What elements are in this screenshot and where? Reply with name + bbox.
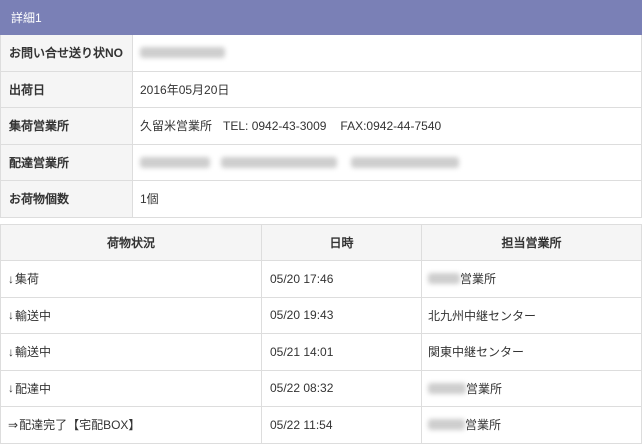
pickup-office-tel: TEL: 0942-43-3009 (223, 118, 327, 133)
shipment-details-table: お問い合せ送り状NO 出荷日 2016年05月20日 集荷営業所 久留米営業所 … (0, 35, 642, 218)
pickup-office-value: 久留米営業所 TEL: 0942-43-3009 FAX:0942-44-754… (133, 108, 641, 144)
redacted-text (351, 156, 459, 168)
pickup-office-fax: FAX:0942-44-7540 (340, 118, 442, 133)
package-count-value: 1個 (140, 192, 159, 207)
redacted-text (140, 47, 225, 59)
datetime-cell: 05/22 11:54 (262, 407, 422, 443)
details-row-tracking-number: お問い合せ送り状NO (1, 35, 641, 72)
redacted-text (428, 419, 465, 431)
office-name: 関東中継センター (428, 345, 525, 360)
tracking-history-table: 荷物状況 日時 担当営業所 ↓ 集荷 05/20 17:46 営業所 ↓ 輸送中… (0, 223, 642, 444)
office-name: 営業所 (465, 418, 502, 433)
down-arrow-icon: ↓ (8, 271, 14, 286)
status-label: 配達中 (15, 381, 52, 396)
tracking-row: ⇒ 配達完了【宅配BOX】 05/22 11:54 営業所 (1, 407, 641, 444)
shipment-detail-panel: 詳細1 お問い合せ送り状NO 出荷日 2016年05月20日 集荷営業所 久留米… (0, 0, 642, 444)
tracking-row: ↓ 配達中 05/22 08:32 営業所 (1, 370, 641, 407)
datetime-cell: 05/22 08:32 (262, 370, 422, 406)
status-column-header: 荷物状況 (1, 224, 262, 260)
down-arrow-icon: ↓ (8, 308, 14, 323)
details-row-pickup-office: 集荷営業所 久留米営業所 TEL: 0942-43-3009 FAX:0942-… (1, 108, 641, 145)
ship-date-value: 2016年05月20日 (140, 82, 230, 97)
details-row-delivery-office: 配達営業所 (1, 144, 641, 181)
office-cell: 営業所 (422, 371, 641, 407)
status-label: 集荷 (15, 272, 40, 287)
datetime-cell: 05/21 14:01 (262, 334, 422, 370)
tracking-number-value (133, 35, 641, 71)
right-double-arrow-icon: ⇒ (8, 417, 19, 432)
down-arrow-icon: ↓ (8, 344, 14, 359)
redacted-text (428, 273, 460, 285)
panel-header: 詳細1 (0, 0, 642, 35)
status-label: 輸送中 (15, 345, 52, 360)
office-cell: 関東中継センター (422, 334, 641, 370)
package-count-label: お荷物個数 (1, 181, 133, 217)
status-cell: ↓ 輸送中 (1, 297, 262, 333)
tracking-row: ↓ 輸送中 05/21 14:01 関東中継センター (1, 334, 641, 371)
status-label: 輸送中 (15, 308, 52, 323)
status-cell: ↓ 集荷 (1, 261, 262, 297)
office-cell: 北九州中継センター (422, 298, 641, 334)
panel-title: 詳細1 (11, 11, 42, 25)
office-cell: 営業所 (422, 261, 641, 297)
status-cell: ↓ 輸送中 (1, 334, 262, 370)
office-column-header: 担当営業所 (501, 235, 562, 250)
office-name: 営業所 (466, 381, 503, 396)
pickup-office-name: 久留米営業所 (140, 119, 213, 134)
pickup-office-label: 集荷営業所 (1, 108, 133, 144)
datetime-column-header: 日時 (262, 224, 422, 260)
tracking-row: ↓ 輸送中 05/20 19:43 北九州中継センター (1, 297, 641, 334)
status-cell: ↓ 配達中 (1, 370, 262, 406)
ship-date-label: 出荷日 (1, 71, 133, 107)
details-row-package-count: お荷物個数 1個 (1, 181, 641, 218)
redacted-text (221, 156, 337, 168)
down-arrow-icon: ↓ (8, 381, 14, 396)
datetime-cell: 05/20 17:46 (262, 261, 422, 297)
status-label: 配達完了【宅配BOX】 (19, 418, 141, 433)
office-name: 営業所 (460, 272, 497, 287)
delivery-office-value (133, 145, 641, 181)
redacted-text (140, 156, 210, 168)
datetime-cell: 05/20 19:43 (262, 297, 422, 333)
status-cell: ⇒ 配達完了【宅配BOX】 (1, 407, 262, 443)
delivery-office-label: 配達営業所 (1, 144, 133, 180)
details-row-ship-date: 出荷日 2016年05月20日 (1, 71, 641, 108)
tracking-header-row: 荷物状況 日時 担当営業所 (1, 224, 641, 261)
office-cell: 営業所 (422, 407, 641, 443)
tracking-number-label: お問い合せ送り状NO (1, 35, 133, 71)
redacted-text (428, 382, 466, 394)
tracking-row: ↓ 集荷 05/20 17:46 営業所 (1, 261, 641, 298)
office-name: 北九州中継センター (428, 308, 537, 323)
